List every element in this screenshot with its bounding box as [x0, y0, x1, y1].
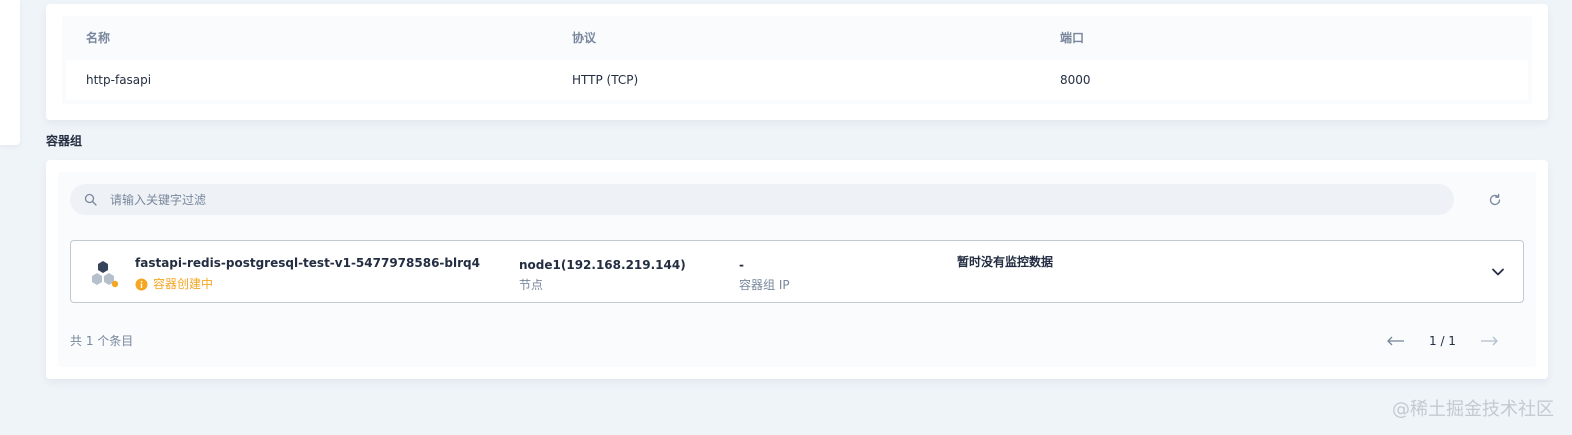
node-value: node1(192.168.219.144): [519, 258, 686, 272]
pod-name-link[interactable]: fastapi-redis-postgresql-test-v1-5477978…: [135, 255, 480, 271]
page: 名称 协议 端口 http-fasapi HTTP (TCP) 8000 容器组: [0, 0, 1572, 435]
pods-panel: fastapi-redis-postgresql-test-v1-5477978…: [58, 172, 1536, 367]
arrow-left-icon[interactable]: [1385, 335, 1407, 347]
total-count: 共 1 个条目: [70, 334, 134, 348]
status-text: 容器创建中: [153, 277, 214, 291]
column-header-name: 名称: [86, 31, 111, 45]
port-name: http-fasapi: [86, 73, 152, 87]
pods-card: fastapi-redis-postgresql-test-v1-5477978…: [46, 160, 1548, 379]
refresh-icon[interactable]: [1486, 191, 1504, 209]
pod-ip-label: 容器组 IP: [739, 278, 790, 292]
list-item[interactable]: fastapi-redis-postgresql-test-v1-5477978…: [70, 240, 1524, 303]
pod-status: 容器创建中: [135, 276, 213, 292]
search-bar[interactable]: [70, 184, 1454, 215]
chevron-down-icon[interactable]: [1491, 267, 1505, 277]
table-row: http-fasapi HTTP (TCP) 8000: [66, 60, 1528, 100]
column-header-port: 端口: [1060, 31, 1085, 45]
ports-table: 名称 协议 端口 http-fasapi HTTP (TCP) 8000: [62, 16, 1532, 104]
column-header-protocol: 协议: [572, 31, 597, 45]
pod-ip-value: -: [739, 258, 744, 272]
search-input[interactable]: [110, 184, 1430, 215]
watermark: @稀土掘金技术社区: [1392, 399, 1554, 420]
port-protocol: HTTP (TCP): [572, 73, 639, 87]
arrow-right-icon[interactable]: [1478, 335, 1500, 347]
page-indicator: 1 / 1: [1429, 334, 1456, 348]
ports-card: 名称 协议 端口 http-fasapi HTTP (TCP) 8000: [46, 4, 1548, 120]
port-number: 8000: [1060, 73, 1091, 87]
section-title-pods: 容器组: [46, 134, 83, 148]
pod-icon: [92, 261, 119, 288]
search-icon: [84, 193, 97, 206]
node-label: 节点: [519, 278, 544, 292]
ports-table-header: 名称 协议 端口: [62, 16, 1532, 60]
monitor-empty-text: 暂时没有监控数据: [957, 255, 1054, 269]
left-panel: [0, 0, 20, 145]
info-icon: [135, 278, 148, 290]
